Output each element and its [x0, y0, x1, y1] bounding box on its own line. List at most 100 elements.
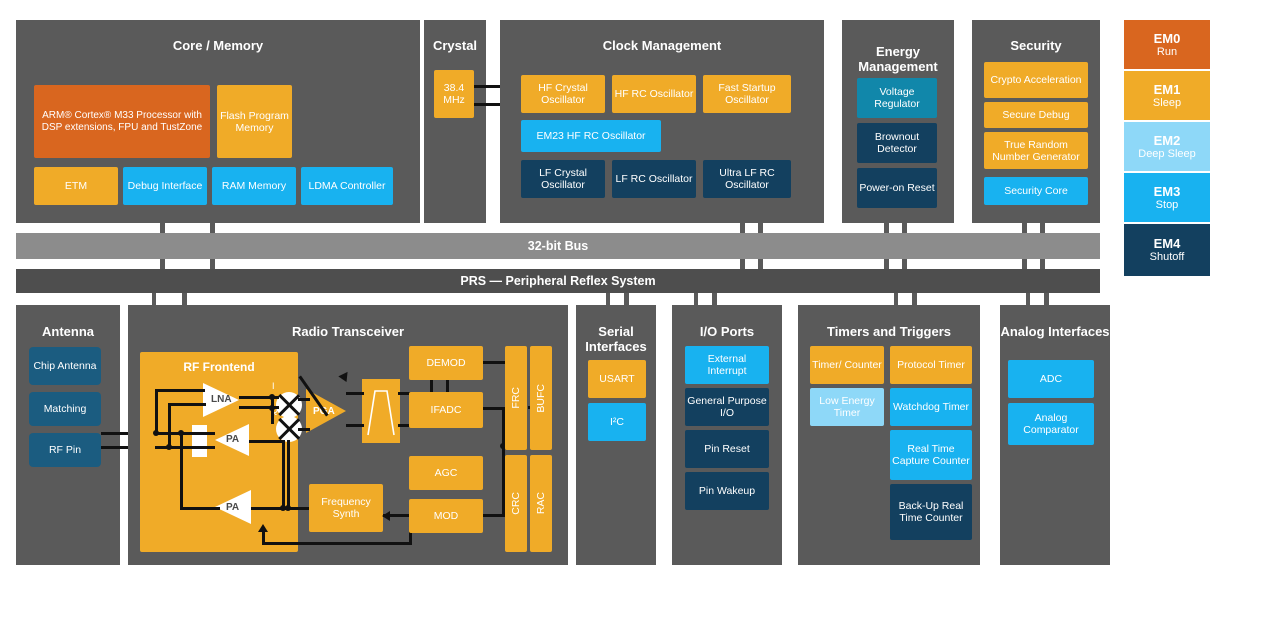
connector-energy-to-bus-b [902, 223, 907, 233]
block-brownout-detector: Brownout Detector [857, 123, 937, 163]
amplifier-pa-lower-label: PA [226, 502, 240, 513]
block-agc: AGC [409, 456, 483, 490]
arrow-mod-to-synth [382, 511, 390, 521]
wire-ifadc-to-demod-b [446, 380, 449, 392]
legend-em0-mode: EM0 [1153, 30, 1181, 46]
legend-em2-state: Deep Sleep [1138, 147, 1196, 160]
connector-security-to-bus-a [1022, 223, 1027, 233]
wire-rf-bus-left-v [155, 389, 158, 435]
connector-bus-to-prs-c [740, 259, 745, 269]
block-diagram-canvas: Core / Memory ARM® Cortex® M33 Processor… [0, 0, 1280, 619]
block-analog-comparator: Analog Comparator [1008, 403, 1094, 445]
block-voltage-regulator: Voltage Regulator [857, 78, 937, 118]
wire-mixer-lo-v [287, 440, 290, 508]
block-demod: DEMOD [409, 346, 483, 380]
block-pin-wakeup: Pin Wakeup [685, 472, 769, 510]
connector-bus-to-prs-h [1040, 259, 1045, 269]
connector-prs-to-io-a [694, 293, 698, 305]
wire-mixer-to-pga-i [298, 398, 310, 401]
block-debug-interface: Debug Interface [123, 167, 207, 205]
block-security-core: Security Core [984, 177, 1088, 205]
junction-dot-4 [269, 394, 275, 400]
connector-clock-to-bus-a [740, 223, 745, 233]
block-frc: FRC [505, 346, 527, 450]
junction-dot-1 [153, 430, 159, 436]
block-arm-cortex-m33: ARM® Cortex® M33 Processor with DSP exte… [34, 85, 210, 158]
panel-title-io-ports: I/O Ports [699, 324, 755, 339]
legend-em1-state: Sleep [1152, 96, 1182, 109]
legend-em0-state: Run [1156, 45, 1178, 58]
connector-prs-to-antenna [152, 293, 156, 305]
block-hf-rc-oscillator: HF RC Oscillator [612, 75, 696, 113]
block-frequency-synth: Frequency Synth [309, 484, 383, 532]
connector-prs-to-analog-a [1026, 293, 1030, 305]
block-ultra-lf-rc-oscillator: Ultra LF RC Oscillator [703, 160, 791, 198]
legend-em3-mode: EM3 [1153, 183, 1181, 199]
bus-prs: PRS — Peripheral Reflex System [16, 269, 1100, 293]
junction-dot-3 [178, 430, 184, 436]
panel-crystal: Crystal [424, 20, 486, 223]
junction-dot-7 [285, 505, 291, 511]
panel-title-core-memory: Core / Memory [172, 38, 264, 53]
block-bufc-label: BUFC [535, 383, 547, 413]
connector-prs-to-serial-a [606, 293, 610, 305]
wire-pa-lower-ret-h [180, 507, 220, 510]
block-adc: ADC [1008, 360, 1094, 398]
block-low-energy-timer: Low Energy Timer [810, 388, 884, 426]
block-etm: ETM [34, 167, 118, 205]
block-protocol-timer: Protocol Timer [890, 346, 972, 384]
connector-prs-to-timers-a [894, 293, 898, 305]
legend-em2: EM2 Deep Sleep [1124, 122, 1210, 171]
legend-em2-mode: EM2 [1153, 132, 1181, 148]
block-crystal-38-4-mhz: 38.4 MHz [434, 70, 474, 118]
block-ifadc: IFADC [409, 392, 483, 428]
block-timer-counter: Timer/ Counter [810, 346, 884, 384]
connector-bus-to-prs-b [210, 259, 215, 269]
connector-bus-to-prs-g [1022, 259, 1027, 269]
wire-rf-bus-left-h [155, 389, 205, 392]
block-crypto-acceleration: Crypto Acceleration [984, 62, 1088, 98]
block-secure-debug: Secure Debug [984, 102, 1088, 128]
block-em23-hf-rc-oscillator: EM23 HF RC Oscillator [521, 120, 661, 152]
block-backup-real-time-counter: Back-Up Real Time Counter [890, 484, 972, 540]
block-bufc: BUFC [530, 346, 552, 450]
wire-pga-to-filter-b [346, 424, 364, 427]
block-lf-rc-oscillator: LF RC Oscillator [612, 160, 696, 198]
block-flash-program-memory: Flash Program Memory [217, 85, 292, 158]
block-external-interrupt: External Interrupt [685, 346, 769, 384]
bus-32-bit-label: 32-bit Bus [527, 239, 589, 253]
block-mod: MOD [409, 499, 483, 533]
panel-title-timers-triggers: Timers and Triggers [826, 324, 952, 339]
block-hf-crystal-oscillator: HF Crystal Oscillator [521, 75, 605, 113]
connector-security-to-bus-b [1040, 223, 1045, 233]
connector-bus-to-prs-d [758, 259, 763, 269]
mixer-i-label: I [272, 381, 275, 391]
arrow-synth-to-pa [258, 524, 268, 532]
connector-prs-to-analog-b [1044, 293, 1049, 305]
wire-pga-to-filter-a [346, 392, 364, 395]
legend-em3-state: Stop [1155, 198, 1179, 211]
connector-bus-to-prs-f [902, 259, 907, 269]
connector-prs-to-io-b [712, 293, 717, 305]
wire-pa-upper-out [249, 440, 285, 443]
block-usart: USART [588, 360, 646, 398]
wire-demod-to-frc [483, 361, 505, 364]
block-true-random-number-generator: True Random Number Generator [984, 132, 1088, 169]
wire-mod-rail-h [483, 514, 505, 517]
block-rac: RAC [530, 455, 552, 552]
panel-title-serial-interfaces: Serial Interfaces [585, 324, 647, 354]
block-real-time-capture-counter: Real Time Capture Counter [890, 430, 972, 480]
block-fast-startup-oscillator: Fast Startup Oscillator [703, 75, 791, 113]
bus-prs-label: PRS — Peripheral Reflex System [460, 274, 656, 288]
block-chip-antenna: Chip Antenna [29, 347, 101, 385]
wire-rf-bus-left2-h [168, 403, 206, 406]
block-matching: Matching [29, 392, 101, 426]
block-crc: CRC [505, 455, 527, 552]
wire-pa-upper-v [282, 440, 285, 508]
panel-title-antenna: Antenna [42, 324, 94, 339]
panel-title-energy-management: Energy Management [858, 44, 938, 74]
wire-rf-in-2 [155, 446, 215, 449]
connector-clock-to-bus-b [758, 223, 763, 233]
connector-bus-to-prs-e [884, 259, 889, 269]
legend-em1-mode: EM1 [1153, 81, 1181, 97]
